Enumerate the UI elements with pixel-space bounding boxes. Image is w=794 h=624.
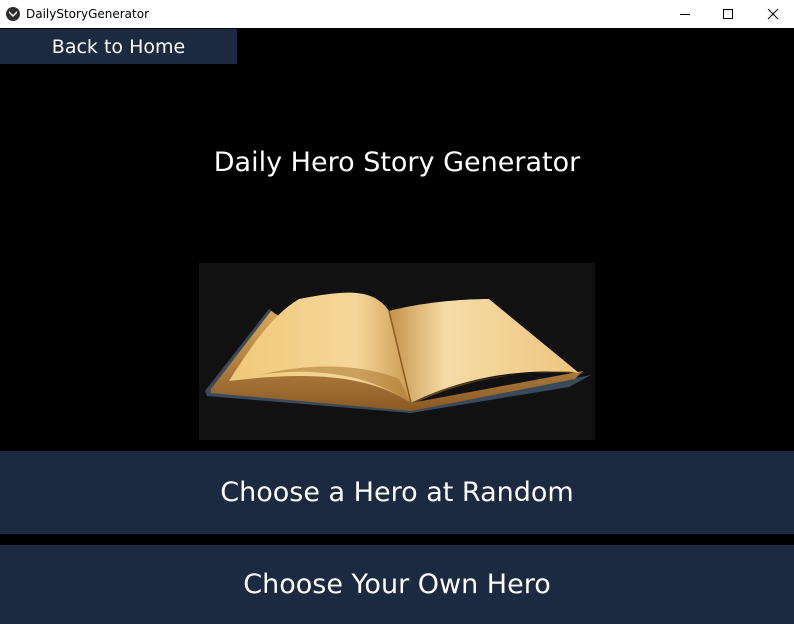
kivy-app-icon [6,7,20,21]
choose-own-hero-button[interactable]: Choose Your Own Hero [0,545,794,624]
minimize-button[interactable] [662,0,708,28]
maximize-button[interactable] [705,0,751,28]
open-book-image [199,263,595,440]
app-window: DailyStoryGenerator Back to Home Daily H… [0,0,794,624]
page-title: Daily Hero Story Generator [213,147,581,178]
choose-random-hero-button[interactable]: Choose a Hero at Random [0,451,794,534]
close-icon [767,8,779,20]
title-bar: DailyStoryGenerator [0,0,794,28]
window-title: DailyStoryGenerator [26,7,149,21]
minimize-icon [680,14,690,15]
back-to-home-button[interactable]: Back to Home [0,29,237,64]
close-button[interactable] [750,0,794,28]
maximize-icon [723,9,733,19]
